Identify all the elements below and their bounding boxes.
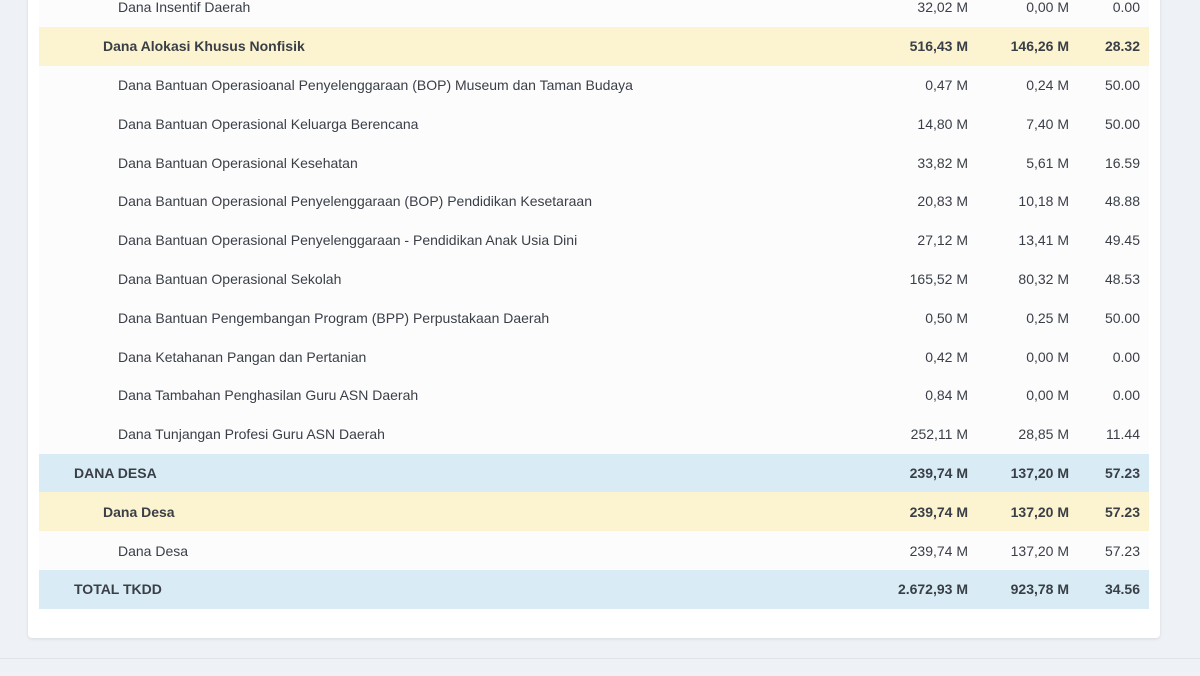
row-pagu: 0,50 M — [925, 309, 968, 326]
table-row: Dana Bantuan Operasional Kesehatan 33,82 … — [39, 143, 1149, 182]
row-persen: 57.23 — [1104, 503, 1140, 520]
row-name: Dana Desa — [118, 542, 189, 559]
row-realisasi: 137,20 M — [1010, 542, 1069, 559]
row-pagu: 0,84 M — [925, 387, 968, 404]
table-row-category: DANA DESA 239,74 M 137,20 M 57.23 — [39, 453, 1149, 493]
budget-table: Dana Insentif Daerah 32,02 M 0,00 M 0.00 Dan… — [39, 0, 1149, 609]
row-pagu: 27,12 M — [917, 232, 968, 249]
row-realisasi: 80,32 M — [1018, 270, 1069, 287]
table-row: Dana Bantuan Pengembangan Program (BPP) … — [39, 298, 1149, 338]
row-persen: 57.23 — [1104, 464, 1140, 481]
row-pagu: 239,74 M — [909, 464, 968, 481]
row-pagu: 252,11 M — [910, 426, 968, 443]
row-persen: 28.32 — [1104, 38, 1140, 55]
row-persen: 0.00 — [1112, 348, 1140, 365]
table-row: Dana Bantuan Operasional Penyelenggaraan… — [39, 181, 1149, 221]
row-name: Dana Tunjangan Profesi Guru ASN Daerah — [118, 426, 385, 443]
row-realisasi: 0,25 M — [1026, 309, 1069, 326]
row-name: Dana Tambahan Penghasilan Guru ASN Daera… — [118, 387, 419, 404]
row-persen: 11.44 — [1106, 426, 1140, 443]
row-pagu: 516,43 M — [909, 38, 968, 55]
row-realisasi: 0,24 M — [1026, 76, 1069, 93]
row-pagu: 2.672,93 M — [897, 581, 968, 598]
table-row: Dana Tambahan Penghasilan Guru ASN Daera… — [39, 375, 1149, 415]
budget-table-card: Dana Insentif Daerah 32,02 M 0,00 M 0.00 Dan… — [28, 0, 1160, 638]
table-row: Dana Desa 239,74 M 137,20 M 57.23 — [39, 531, 1149, 570]
row-pagu: 165,52 M — [909, 270, 968, 287]
row-pagu: 33,82 M — [917, 154, 968, 171]
row-name: Dana Bantuan Operasional Penyelenggaraan… — [118, 232, 578, 249]
row-pagu: 0,47 M — [925, 76, 968, 93]
row-pagu: 32,02 M — [917, 0, 968, 16]
row-pagu: 20,83 M — [917, 193, 968, 210]
row-realisasi: 10,18 M — [1018, 193, 1069, 210]
row-name: Dana Bantuan Operasional Keluarga Berenc… — [118, 115, 419, 132]
row-realisasi: 28,85 M — [1018, 426, 1069, 443]
row-name: Dana Bantuan Operasional Kesehatan — [118, 154, 358, 171]
row-persen: 50.00 — [1104, 115, 1140, 132]
row-name: Dana Desa — [103, 503, 175, 520]
row-persen: 57.23 — [1104, 542, 1140, 559]
table-row: Dana Bantuan Operasional Penyelenggaraan… — [39, 220, 1149, 260]
row-pagu: 0,42 M — [925, 348, 968, 365]
row-name: Dana Bantuan Pengembangan Program (BPP) … — [118, 309, 550, 326]
row-name: Dana Alokasi Khusus Nonfisik — [103, 38, 305, 55]
table-row-subcategory: Dana Desa 239,74 M 137,20 M 57.23 — [39, 492, 1149, 532]
row-name: Dana Bantuan Operasional Sekolah — [118, 270, 342, 287]
row-persen: 16.59 — [1104, 154, 1140, 171]
row-name: Dana Bantuan Operasioanal Penyelenggaraa… — [118, 76, 633, 93]
table-row: Dana Ketahanan Pangan dan Pertanian 0,42 … — [39, 337, 1149, 376]
table-row: Dana Bantuan Operasioanal Penyelenggaraa… — [39, 65, 1149, 105]
row-name: Dana Ketahanan Pangan dan Pertanian — [118, 348, 367, 365]
row-realisasi: 137,20 M — [1010, 464, 1069, 481]
row-pagu: 239,74 M — [909, 542, 968, 559]
row-persen: 0.00 — [1112, 0, 1140, 16]
row-realisasi: 0,00 M — [1026, 387, 1069, 404]
table-row: Dana Insentif Daerah 32,02 M 0,00 M 0.00 — [39, 0, 1149, 27]
page-footer-strip — [0, 658, 1200, 676]
table-row-subcategory: Dana Alokasi Khusus Nonfisik 516,43 M 146,… — [39, 26, 1149, 66]
row-realisasi: 923,78 M — [1010, 581, 1069, 598]
row-realisasi: 137,20 M — [1010, 503, 1069, 520]
row-persen: 49.45 — [1104, 232, 1140, 249]
row-name: Dana Bantuan Operasional Penyelenggaraan… — [118, 193, 592, 210]
table-row: Dana Tunjangan Profesi Guru ASN Daerah 25… — [39, 414, 1149, 454]
row-persen: 0.00 — [1112, 387, 1140, 404]
table-row: Dana Bantuan Operasional Keluarga Berenc… — [39, 104, 1149, 144]
row-persen: 48.53 — [1104, 270, 1140, 287]
row-pagu: 239,74 M — [909, 503, 968, 520]
table-row-category: TOTAL TKDD 2.672,93 M 923,78 M 34.56 — [39, 569, 1149, 609]
row-realisasi: 0,00 M — [1026, 0, 1069, 16]
row-persen: 50.00 — [1104, 309, 1140, 326]
row-persen: 48.88 — [1104, 193, 1140, 210]
row-realisasi: 0,00 M — [1026, 348, 1069, 365]
row-realisasi: 13,41 M — [1018, 232, 1069, 249]
row-name: DANA DESA — [74, 464, 157, 481]
row-persen: 34.56 — [1104, 581, 1140, 598]
row-name: Dana Insentif Daerah — [118, 0, 251, 16]
table-row: Dana Bantuan Operasional Sekolah 165,52 M… — [39, 259, 1149, 299]
row-realisasi: 5,61 M — [1026, 154, 1069, 171]
row-persen: 50.00 — [1104, 76, 1140, 93]
row-pagu: 14,80 M — [917, 115, 968, 132]
row-name: TOTAL TKDD — [74, 581, 162, 598]
row-realisasi: 7,40 M — [1026, 115, 1069, 132]
row-realisasi: 146,26 M — [1010, 38, 1069, 55]
